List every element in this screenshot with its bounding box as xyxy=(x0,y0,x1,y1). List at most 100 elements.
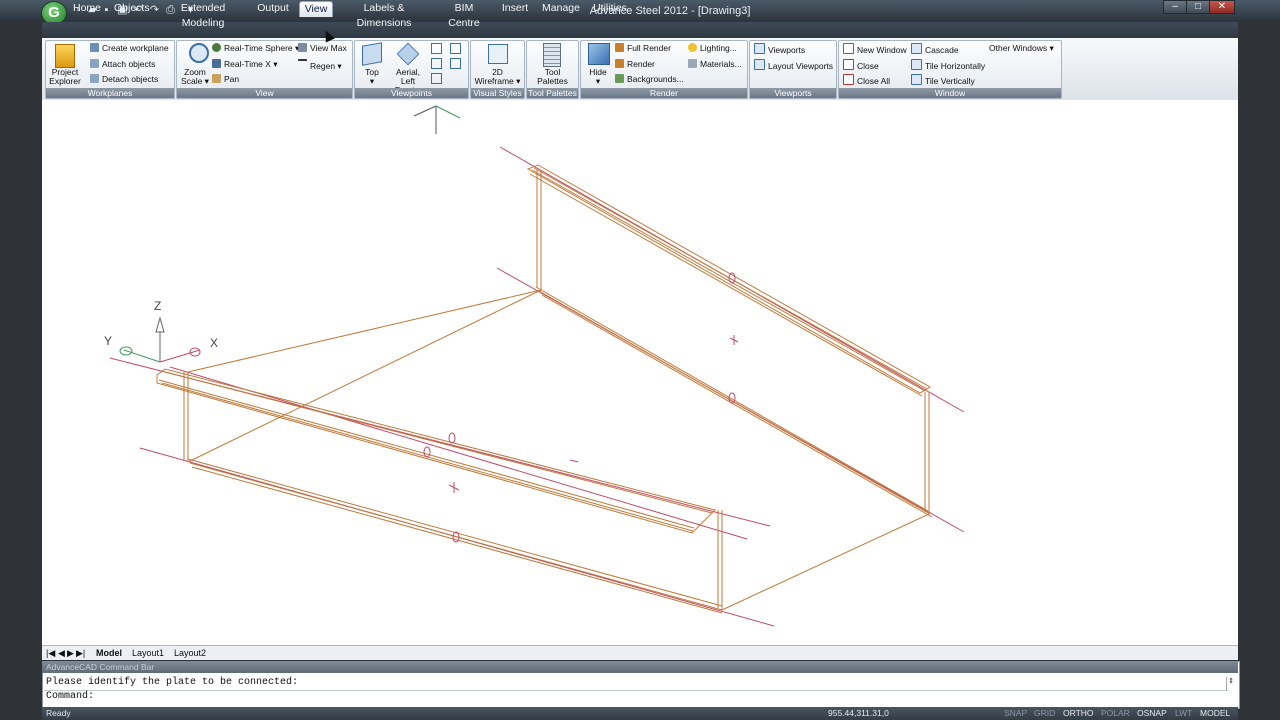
drawing-viewport[interactable]: Z Y X xyxy=(42,100,1238,645)
layout-viewports-button[interactable]: Layout Viewports xyxy=(754,59,833,72)
cascade-button[interactable]: Cascade xyxy=(911,43,959,56)
left-frame xyxy=(0,22,42,720)
viewpoint-small-icon[interactable] xyxy=(431,43,442,54)
status-ready: Ready xyxy=(46,708,71,718)
polar-toggle[interactable]: POLAR xyxy=(1101,708,1130,719)
close-window-button[interactable]: Close xyxy=(843,59,879,72)
tab-model[interactable]: Model xyxy=(96,647,122,659)
ucs-x-label: X xyxy=(210,336,218,350)
layout-tab-bar xyxy=(42,645,1238,660)
pan-button[interactable]: Pan xyxy=(212,74,239,85)
hide-button[interactable]: Hide ▾ xyxy=(583,68,613,86)
tile-vertical-icon xyxy=(911,74,922,85)
wireframe-icon[interactable] xyxy=(488,44,508,64)
viewpoint-small-icon[interactable] xyxy=(450,58,461,69)
minimize-button[interactable]: – xyxy=(1163,0,1187,14)
tab-bim-centre[interactable]: BIM Centre xyxy=(439,1,489,29)
command-scroll-icon[interactable]: ⇕ xyxy=(1226,677,1235,691)
teapot-icon xyxy=(615,59,624,68)
panel-title: Render xyxy=(581,88,747,98)
materials-button[interactable]: Materials... xyxy=(688,59,742,70)
close-all-icon xyxy=(843,74,854,85)
maximize-button[interactable]: □ xyxy=(1186,0,1210,14)
panel-title: Visual Styles xyxy=(471,88,524,98)
tile-vertically-button[interactable]: Tile Vertically xyxy=(911,74,975,87)
command-bar-title: AdvanceCAD Command Bar xyxy=(46,662,155,672)
last-layout-icon[interactable]: ▶| xyxy=(76,647,85,659)
visual-style-button[interactable]: 2D Wireframe ▾ xyxy=(473,68,522,86)
tile-horizontally-button[interactable]: Tile Horizontally xyxy=(911,59,985,72)
tab-layout2[interactable]: Layout2 xyxy=(174,647,206,659)
other-windows-dropdown[interactable]: Other Windows ▾ xyxy=(989,43,1054,54)
ortho-toggle[interactable]: ORTHO xyxy=(1063,708,1094,719)
tab-objects[interactable]: Objects xyxy=(114,1,150,16)
tab-home[interactable]: Home xyxy=(72,1,102,16)
app-menu-logo[interactable]: G xyxy=(42,2,66,24)
close-button[interactable]: ✕ xyxy=(1209,0,1235,14)
command-prompt[interactable]: Command: xyxy=(46,691,94,702)
lwt-toggle[interactable]: LWT xyxy=(1175,708,1192,719)
viewpoint-small-icon[interactable] xyxy=(431,73,442,84)
view-max-button[interactable]: View Max xyxy=(298,43,347,54)
snap-toggle[interactable]: SNAP xyxy=(1004,708,1027,719)
tab-layout1[interactable]: Layout1 xyxy=(132,647,164,659)
ucs-y-label: Y xyxy=(104,334,112,348)
viewpoint-small-icon[interactable] xyxy=(450,43,461,54)
zoom-button[interactable]: Zoom Scale ▾ xyxy=(179,68,211,86)
hide-icon[interactable] xyxy=(588,43,610,65)
regen-button[interactable]: Regen ▾ xyxy=(298,59,342,72)
next-layout-icon[interactable]: ▶ xyxy=(67,647,74,659)
backgrounds-button[interactable]: Backgrounds... xyxy=(615,74,684,85)
project-explorer-icon[interactable] xyxy=(55,44,75,68)
tab-labels-dimensions[interactable]: Labels & Dimensions xyxy=(342,1,426,29)
real-time-sphere-button[interactable]: Real-Time Sphere ▾ xyxy=(212,43,299,54)
top-view-button[interactable]: Top ▾ xyxy=(357,68,387,86)
attach-objects-button[interactable]: Attach objects xyxy=(90,59,155,70)
sphere-icon xyxy=(212,43,221,52)
real-time-x-button[interactable]: Real-Time X ▾ xyxy=(212,59,278,70)
prev-layout-icon[interactable]: ◀ xyxy=(58,647,65,659)
redo-icon[interactable]: ↷ xyxy=(148,4,161,17)
coordinate-readout: 955.44,311.31,0 xyxy=(828,708,889,718)
zoom-icon[interactable] xyxy=(189,43,209,63)
panel-title: View xyxy=(177,88,352,98)
rotate-x-icon xyxy=(212,59,221,68)
viewports-button[interactable]: Viewports xyxy=(754,43,805,56)
aerial-view-cube-icon[interactable] xyxy=(396,42,420,66)
detach-objects-button[interactable]: Detach objects xyxy=(90,74,158,85)
first-layout-icon[interactable]: |◀ xyxy=(46,647,55,659)
close-window-icon xyxy=(843,59,854,70)
close-all-button[interactable]: Close All xyxy=(843,74,890,87)
tab-utilities[interactable]: Utilities xyxy=(592,1,628,16)
project-explorer-button[interactable]: Project Explorer xyxy=(48,68,82,86)
steel-beams xyxy=(156,164,933,614)
command-history: Please identify the plate to be connecte… xyxy=(46,677,299,688)
ucs-z-label: Z xyxy=(154,299,161,313)
panel-title: Viewports xyxy=(750,88,836,98)
tool-palettes-button[interactable]: Tool Palettes xyxy=(529,68,576,86)
render-button[interactable]: Render xyxy=(615,59,655,70)
viewpoint-small-icon[interactable] xyxy=(431,58,442,69)
tool-palettes-icon[interactable] xyxy=(543,43,561,67)
crosshair-icon xyxy=(413,105,461,134)
osnap-toggle[interactable]: OSNAP xyxy=(1137,708,1167,719)
model-drawing[interactable]: Z Y X xyxy=(42,100,1238,645)
top-view-cube-icon[interactable] xyxy=(362,42,382,66)
model-toggle[interactable]: MODEL xyxy=(1200,708,1230,719)
lighting-button[interactable]: Lighting... xyxy=(688,43,737,54)
tab-insert[interactable]: Insert xyxy=(500,1,530,16)
grid-toggle[interactable]: GRID xyxy=(1034,708,1055,719)
full-render-button[interactable]: Full Render xyxy=(615,43,671,54)
panel-render: Hide ▾ Full Render Render Backgrounds... … xyxy=(580,40,748,99)
status-bar xyxy=(42,707,1238,720)
tab-extended-modeling[interactable]: Extended Modeling xyxy=(162,1,244,29)
panel-visual-styles: 2D Wireframe ▾ Visual Styles xyxy=(470,40,525,99)
new-window-button[interactable]: New Window xyxy=(843,43,907,56)
create-workplane-button[interactable]: Create workplane xyxy=(90,43,169,54)
ucs-icon xyxy=(119,316,201,363)
tab-view[interactable]: View xyxy=(299,1,333,17)
panel-workplanes: Project Explorer Create workplane Attach… xyxy=(45,40,175,99)
viewports-icon xyxy=(754,43,765,54)
tab-manage[interactable]: Manage xyxy=(542,1,580,16)
tab-output[interactable]: Output xyxy=(255,1,291,16)
